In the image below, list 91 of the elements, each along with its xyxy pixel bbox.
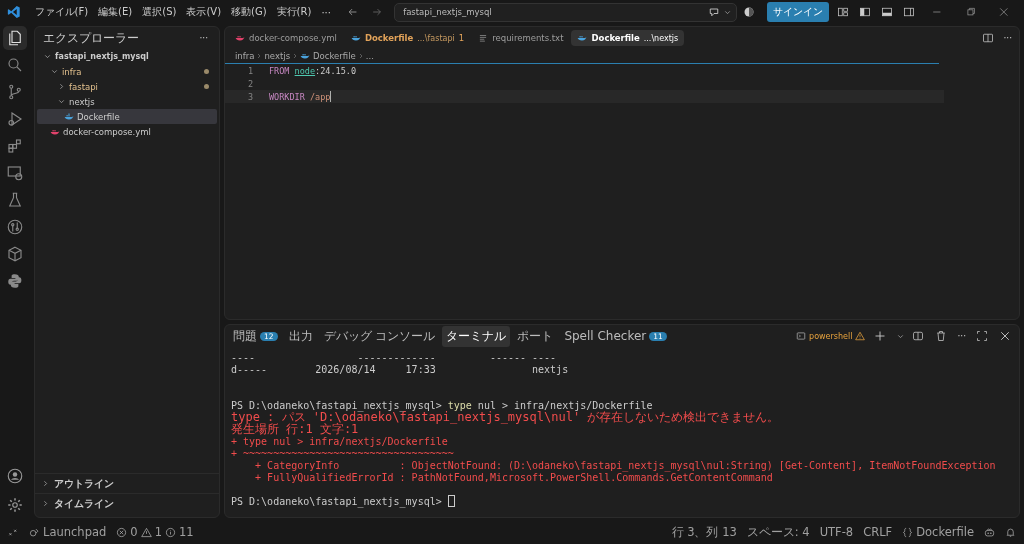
sidebar-title: エクスプローラー: [43, 29, 140, 47]
menu-item[interactable]: 編集(E): [94, 3, 137, 21]
trash-icon[interactable]: [935, 330, 948, 342]
panel-tab[interactable]: 出力: [284, 325, 317, 347]
files-icon[interactable]: [3, 26, 27, 50]
layout-icon[interactable]: [837, 6, 850, 18]
line-number: 3: [246, 91, 254, 102]
terminal-line: PS D:\odaneko\fastapi_nextjs_mysql> type nul > infra/nextjs/Dockerfile: [231, 399, 653, 411]
terminal-line: + FullyQualifiedErrorId : PathNotFound,Microsoft.PowerShell.Commands.GetContentCommand: [254, 471, 773, 483]
maximize-icon[interactable]: [976, 330, 988, 342]
menu-item[interactable]: 表示(V): [182, 3, 226, 21]
settings-icon[interactable]: [6, 496, 24, 514]
terminal-line: ---- ------------- ------ ----: [231, 351, 557, 363]
more-actions-button[interactable]: ···: [1000, 33, 1015, 43]
code-line: WORKDIR /app: [269, 91, 331, 102]
tree-item[interactable]: docker-compose.yml: [37, 124, 217, 139]
breadcrumb-item[interactable]: nextjs: [264, 51, 291, 61]
menu-item[interactable]: 実行(R): [272, 3, 316, 21]
chevron-icon[interactable]: [57, 97, 66, 106]
status-item[interactable]: Dockerfile: [902, 525, 974, 539]
tree-item[interactable]: fastapi_nextjs_mysql: [37, 49, 217, 64]
braces-icon: [902, 526, 914, 538]
status-item[interactable]: スペース: 4: [746, 524, 810, 540]
command-center-field[interactable]: fastapi_nextjs_mysql: [394, 2, 738, 22]
menu-item[interactable]: ···: [317, 4, 335, 20]
terminal-line: + type nul > infra/nextjs/Dockerfile: [231, 435, 448, 447]
vscode-logo-icon: [7, 5, 21, 19]
split-editor-icon[interactable]: [982, 32, 995, 44]
whale-icon: [235, 33, 245, 43]
panel-toggle-icon[interactable]: [881, 6, 894, 18]
line-number: 1: [246, 65, 254, 76]
terminal-selector[interactable]: powershell: [796, 331, 866, 341]
tree-item[interactable]: nextjs: [37, 94, 217, 109]
status-item[interactable]: 行 3、列 13: [671, 524, 737, 540]
whale-icon: [64, 111, 74, 122]
plus-icon[interactable]: [874, 330, 887, 342]
breadcrumb-item[interactable]: Dockerfile: [300, 51, 356, 61]
terminal-line: + ~~~~~~~~~~~~~~~~~~~~~~~~~~~~~~~~~~~: [231, 447, 454, 459]
section-header[interactable]: タイムライン: [35, 493, 219, 513]
tree-item[interactable]: Dockerfile: [37, 109, 217, 124]
launchpad-button[interactable]: Launchpad: [29, 525, 107, 539]
more-actions-button[interactable]: ···: [196, 33, 211, 43]
text-lines-icon: [478, 33, 489, 43]
status-item[interactable]: CRLF: [863, 525, 893, 539]
section-header[interactable]: アウトライン: [35, 473, 219, 493]
chevron-icon[interactable]: [41, 499, 50, 508]
code-line: FROM node:24.15.0: [269, 65, 357, 76]
panel-tab[interactable]: ポート: [513, 325, 558, 347]
warning-icon: [855, 331, 866, 341]
back-arrow-icon[interactable]: [346, 6, 359, 18]
chat-icon[interactable]: [708, 6, 721, 18]
restore-icon[interactable]: [964, 6, 977, 18]
line-number: 2: [246, 78, 254, 89]
chevron-icon[interactable]: [50, 67, 59, 76]
breadcrumb-item[interactable]: infra: [235, 51, 255, 61]
terminal-line: + CategoryInfo : ObjectNotFound: (D:\odaneko\fastapi_nextjs_mysql\nul:String) [Get-Content], ItemNotFoundException: [254, 459, 996, 471]
secondary-sidebar-icon[interactable]: [903, 6, 916, 18]
sign-in-button[interactable]: サインイン: [767, 2, 830, 22]
terminal-icon: [796, 331, 807, 341]
tree-item[interactable]: fastapi: [37, 79, 217, 94]
close-icon[interactable]: [999, 330, 1011, 342]
bell-icon[interactable]: [1005, 526, 1016, 538]
breadcrumb-item[interactable]: ...: [365, 51, 374, 61]
panel-tab[interactable]: ターミナル: [442, 325, 511, 347]
chevron-icon[interactable]: [43, 52, 52, 61]
chevron-icon[interactable]: [57, 82, 66, 91]
menu-item[interactable]: ファイル(F): [30, 3, 93, 21]
sidebar-toggle-icon[interactable]: [859, 6, 872, 18]
info-icon: [164, 526, 176, 538]
problems-counter[interactable]: 0 1 11: [116, 525, 194, 539]
whale-icon: [577, 33, 588, 43]
whale-icon: [300, 51, 311, 61]
terminal-line: PS D:\odaneko\fastapi_nextjs_mysql>: [231, 495, 443, 507]
editor-tab[interactable]: Dockerfile ...\nextjs: [571, 30, 685, 46]
more-actions-button[interactable]: ···: [954, 331, 969, 341]
editor-tab[interactable]: Dockerfile ...\fastapi 1: [344, 30, 471, 46]
tree-item[interactable]: infra: [37, 64, 217, 79]
warning-icon: [140, 526, 152, 538]
status-item[interactable]: UTF-8: [819, 525, 854, 539]
error-icon: [116, 526, 128, 538]
copilot-icon[interactable]: [984, 526, 995, 538]
terminal-line: d----- 2026/08/14 17:33 nextjs: [231, 363, 569, 375]
whale-icon: [350, 33, 361, 43]
editor-tab[interactable]: docker-compose.yml: [229, 30, 343, 46]
editor-tab[interactable]: requirements.txt: [472, 30, 570, 46]
panel-tab[interactable]: デバッグ コンソール: [319, 325, 440, 347]
menu-item[interactable]: 移動(G): [227, 3, 271, 21]
split-terminal-icon[interactable]: [912, 330, 925, 342]
chevron-icon[interactable]: [41, 479, 50, 488]
menu-item[interactable]: 選択(S): [138, 3, 181, 21]
account-icon[interactable]: [6, 467, 24, 485]
